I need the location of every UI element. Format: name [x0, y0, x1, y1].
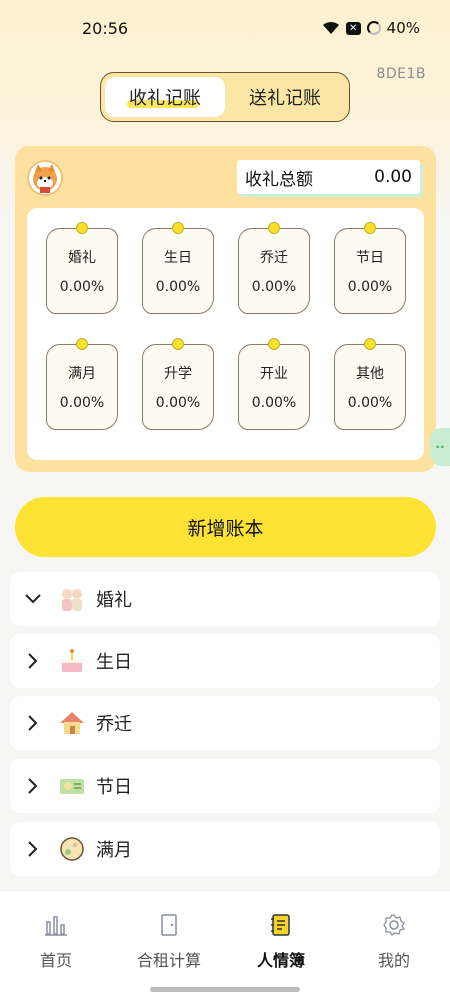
nav-label: 我的 [377, 951, 410, 970]
category-note-other[interactable]: 其他 0.00% [334, 338, 406, 430]
pin-icon [172, 222, 184, 234]
wedding-couple-icon [58, 585, 86, 613]
baby-moon-icon [58, 835, 86, 863]
category-note-festival[interactable]: 节日 0.00% [334, 222, 406, 314]
tab-label: 送礼记账 [249, 88, 321, 109]
summary-card: 收礼总额 0.00 婚礼 0.00% 生日 0.00% 乔迁 0.00% 节日 … [15, 146, 436, 472]
festival-ticket-icon [58, 772, 86, 800]
avatar[interactable] [27, 160, 63, 196]
pin-icon [76, 338, 88, 350]
record-type-switch: 收礼记账 送礼记账 [100, 72, 350, 122]
new-book-button[interactable]: 新增账本 [15, 497, 436, 557]
note-value: 0.00% [155, 279, 201, 295]
status-indicators: ✕ 40% [322, 19, 420, 37]
note-value: 0.00% [155, 395, 201, 411]
side-float-handle[interactable]: ·· [430, 428, 450, 466]
category-note-housewarming[interactable]: 乔迁 0.00% [238, 222, 310, 314]
total-value: 0.00 [374, 167, 412, 187]
nav-home[interactable]: 首页 [11, 913, 101, 971]
note-label: 开业 [260, 366, 288, 382]
chevron-right-icon [22, 715, 44, 731]
battery-percent: 40% [386, 19, 420, 37]
gear-icon [383, 914, 406, 936]
note-label: 满月 [68, 366, 96, 382]
nav-profile[interactable]: 我的 [349, 913, 439, 971]
category-note-school[interactable]: 升学 0.00% [142, 338, 214, 430]
category-row-full-moon[interactable]: 满月 [10, 822, 440, 876]
category-label: 乔迁 [96, 714, 132, 735]
note-value: 0.00% [251, 395, 297, 411]
note-label: 乔迁 [260, 250, 288, 266]
tab-received-gifts[interactable]: 收礼记账 [105, 77, 225, 117]
category-note-full-moon[interactable]: 满月 0.00% [46, 338, 118, 430]
shiba-avatar-icon [33, 164, 57, 193]
pin-icon [364, 222, 376, 234]
note-value: 0.00% [59, 395, 105, 411]
note-label: 其他 [356, 366, 384, 382]
pin-icon [76, 222, 88, 234]
pin-icon [268, 222, 280, 234]
note-label: 婚礼 [68, 250, 96, 266]
note-label: 节日 [356, 250, 384, 266]
nav-label: 合租计算 [136, 951, 201, 970]
chevron-right-icon [22, 778, 44, 794]
category-label: 满月 [96, 840, 132, 861]
nav-gift-book[interactable]: 人情簿 [236, 913, 326, 971]
category-note-birthday[interactable]: 生日 0.00% [142, 222, 214, 314]
category-note-wedding[interactable]: 婚礼 0.00% [46, 222, 118, 314]
note-label: 升学 [164, 366, 192, 382]
chevron-right-icon [22, 841, 44, 857]
total-label: 收礼总额 [245, 169, 313, 190]
note-value: 0.00% [347, 279, 393, 295]
birthday-cake-icon [58, 647, 86, 675]
pin-icon [172, 338, 184, 350]
note-value: 0.00% [59, 279, 105, 295]
bottom-navigation: 首页 合租计算 人情簿 我的 [0, 890, 450, 1000]
category-label: 生日 [96, 652, 132, 673]
status-time: 20:56 [82, 19, 129, 38]
note-value: 0.00% [251, 279, 297, 295]
pin-icon [364, 338, 376, 350]
category-note-opening[interactable]: 开业 0.00% [238, 338, 310, 430]
house-icon [58, 709, 86, 737]
nav-label: 首页 [39, 951, 72, 970]
nav-rent-split[interactable]: 合租计算 [124, 913, 214, 971]
category-row-festival[interactable]: 节日 [10, 759, 440, 813]
notebook-icon [271, 914, 290, 936]
chevron-right-icon [22, 653, 44, 669]
wifi-icon [322, 21, 340, 35]
note-label: 生日 [164, 250, 192, 266]
category-row-wedding[interactable]: 婚礼 [10, 572, 440, 626]
page-code: 8DE1B [376, 66, 426, 82]
chevron-down-icon [22, 594, 44, 604]
category-label: 婚礼 [96, 590, 132, 611]
nav-label: 人情簿 [256, 951, 305, 970]
note-value: 0.00% [347, 395, 393, 411]
category-stats-grid: 婚礼 0.00% 生日 0.00% 乔迁 0.00% 节日 0.00% 满月 0… [27, 208, 424, 460]
tab-sent-gifts[interactable]: 送礼记账 [225, 77, 345, 117]
bar-chart-icon [45, 916, 67, 936]
category-row-housewarming[interactable]: 乔迁 [10, 696, 440, 750]
battery-icon [366, 21, 381, 35]
category-label: 节日 [96, 777, 132, 798]
tab-label: 收礼记账 [129, 88, 201, 109]
total-received-box: 收礼总额 0.00 [237, 160, 420, 194]
category-row-birthday[interactable]: 生日 [10, 634, 440, 688]
door-icon [161, 914, 177, 936]
status-bar: 20:56 ✕ 40% [0, 0, 450, 56]
notification-x-icon: ✕ [345, 21, 361, 35]
home-indicator[interactable] [150, 987, 300, 992]
pin-icon [268, 338, 280, 350]
